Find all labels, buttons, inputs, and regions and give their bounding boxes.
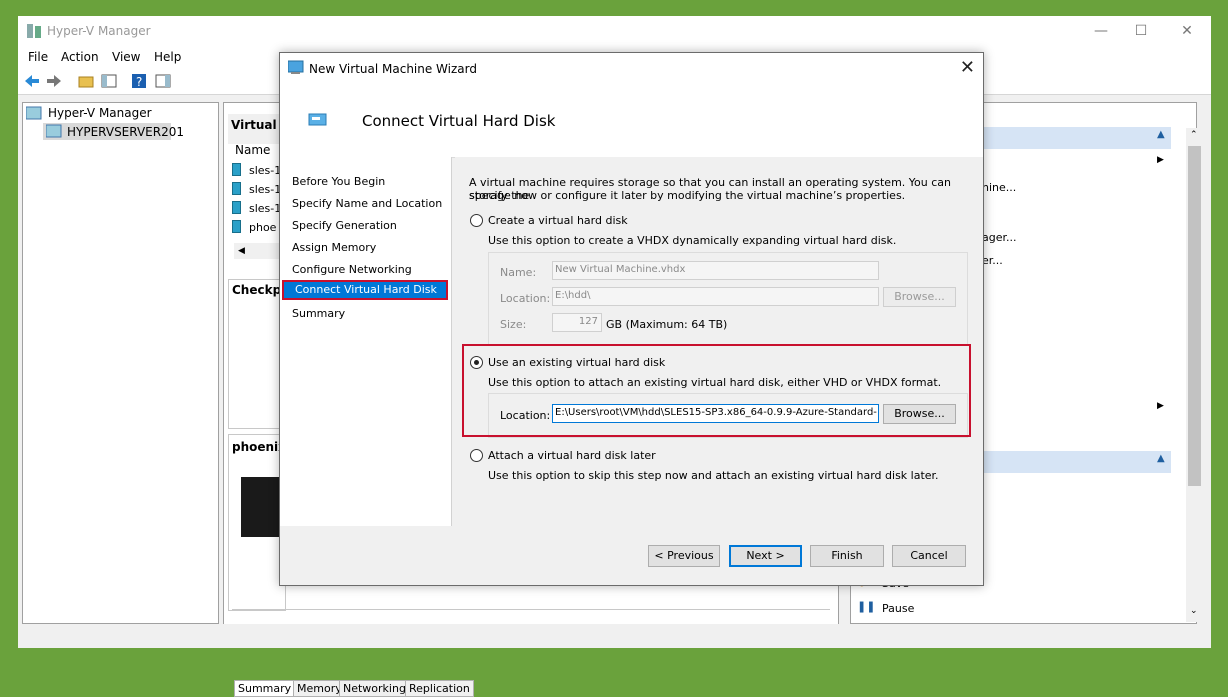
folder-up-icon[interactable] <box>77 72 95 90</box>
svg-text:?: ? <box>136 75 142 89</box>
wizard-app-icon <box>288 60 304 74</box>
wizard-header: Connect Virtual Hard Disk <box>280 84 983 158</box>
submenu-arrow-icon[interactable]: ▶ <box>1157 155 1164 165</box>
scroll-thumb[interactable] <box>1188 146 1201 486</box>
intro-line-2: storage now or configure it later by mod… <box>469 189 906 202</box>
forward-arrow-icon[interactable] <box>45 72 63 90</box>
tree-server-item[interactable]: HYPERVSERVER201 <box>43 123 184 140</box>
vm-icon <box>232 163 241 176</box>
create-vhd-group: Name: New Virtual Machine.vhdx Location:… <box>488 252 968 345</box>
step-summary[interactable]: Summary <box>292 307 345 320</box>
pause-icon: ❚❚ <box>857 600 876 613</box>
vm-row[interactable]: sles-1 <box>232 201 281 215</box>
finish-button[interactable]: Finish <box>810 545 884 567</box>
scroll-down-icon[interactable]: ⌄ <box>1190 606 1198 616</box>
wizard-heading: Connect Virtual Hard Disk <box>362 112 556 130</box>
action-other[interactable]: er... <box>982 254 1003 267</box>
create-vhd-desc: Use this option to create a VHDX dynamic… <box>488 234 897 247</box>
step-connect-vhd[interactable]: Connect Virtual Hard Disk <box>282 280 448 300</box>
attach-later-label[interactable]: Attach a virtual hard disk later <box>488 449 656 462</box>
virtual-disk-icon <box>308 113 327 126</box>
previous-button[interactable]: < Previous <box>648 545 720 567</box>
new-vm-wizard-dialog: New Virtual Machine Wizard ✕ Connect Vir… <box>279 52 984 586</box>
close-icon[interactable]: ✕ <box>1164 16 1210 46</box>
create-vhd-label[interactable]: Create a virtual hard disk <box>488 214 628 227</box>
name-column-header[interactable]: Name <box>235 143 270 157</box>
details-header: phoenix <box>232 440 286 454</box>
tree-root-label[interactable]: Hyper-V Manager <box>48 106 152 120</box>
checkpoints-panel: Checkpo <box>228 279 289 429</box>
step-specify-generation[interactable]: Specify Generation <box>292 219 397 232</box>
actions-scrollbar[interactable]: ⌃ ⌄ <box>1186 128 1203 622</box>
vm-icon <box>232 220 241 233</box>
collapse-icon[interactable]: ▲ <box>1157 129 1165 140</box>
status-bar <box>18 624 1211 648</box>
server-icon <box>46 124 62 138</box>
tree-server-label: HYPERVSERVER201 <box>67 125 184 139</box>
name-label: Name: <box>500 266 537 279</box>
back-arrow-icon[interactable] <box>23 72 41 90</box>
tab-memory[interactable]: Memory <box>293 680 346 697</box>
attach-later-radio[interactable] <box>470 449 483 462</box>
action-pane-icon[interactable] <box>154 72 172 90</box>
menu-help[interactable]: Help <box>154 50 181 64</box>
menu-view[interactable]: View <box>112 50 140 64</box>
scroll-up-icon[interactable]: ⌃ <box>1190 130 1198 140</box>
wizard-titlebar: New Virtual Machine Wizard ✕ <box>280 53 983 84</box>
navigation-tree: Hyper-V Manager HYPERVSERVER201 <box>22 102 219 624</box>
create-browse-button[interactable]: Browse... <box>883 287 956 307</box>
wizard-title: New Virtual Machine Wizard <box>309 62 477 76</box>
location-label: Location: <box>500 292 551 305</box>
menu-action[interactable]: Action <box>61 50 99 64</box>
vm-icon <box>232 182 241 195</box>
wizard-footer: < Previous Next > Finish Cancel <box>280 526 983 585</box>
close-icon[interactable]: ✕ <box>960 57 975 78</box>
vm-row[interactable]: sles-1 <box>232 182 281 196</box>
create-location-field[interactable]: E:\hdd\ <box>552 287 879 306</box>
wizard-steps: Before You Begin Specify Name and Locati… <box>280 157 452 526</box>
show-hide-tree-icon[interactable] <box>100 72 118 90</box>
step-specify-name-location[interactable]: Specify Name and Location <box>292 197 442 210</box>
hyperv-app-icon <box>27 24 41 38</box>
vm-row[interactable]: phoe <box>232 220 276 234</box>
tab-replication[interactable]: Replication <box>405 680 474 697</box>
details-panel: phoenix <box>228 434 286 611</box>
action-pause[interactable]: Pause <box>882 602 914 615</box>
collapse-icon[interactable]: ▲ <box>1157 453 1165 464</box>
vm-icon <box>232 201 241 214</box>
size-suffix: GB (Maximum: 64 TB) <box>606 318 728 331</box>
tab-summary[interactable]: Summary <box>234 680 296 697</box>
create-vhd-radio[interactable] <box>470 214 483 227</box>
menu-file[interactable]: File <box>28 50 48 64</box>
action-manager[interactable]: ager... <box>982 231 1017 244</box>
vm-row[interactable]: sles-1 <box>232 163 281 177</box>
next-button[interactable]: Next > <box>729 545 802 567</box>
step-before-you-begin[interactable]: Before You Begin <box>292 175 385 188</box>
vm-thumbnail <box>241 477 281 537</box>
action-new-vm[interactable]: hine... <box>982 181 1016 194</box>
maximize-icon[interactable]: ☐ <box>1118 16 1164 46</box>
tab-networking[interactable]: Networking <box>339 680 410 697</box>
step-assign-memory[interactable]: Assign Memory <box>292 241 376 254</box>
hyperv-manager-icon <box>26 106 42 120</box>
attach-later-desc: Use this option to skip this step now an… <box>488 469 939 482</box>
main-titlebar: Hyper-V Manager — ☐ ✕ <box>18 16 1211 46</box>
existing-vhd-highlight <box>462 344 971 437</box>
size-label: Size: <box>500 318 527 331</box>
wizard-content: A virtual machine requires storage so th… <box>455 157 983 526</box>
name-field[interactable]: New Virtual Machine.vhdx <box>552 261 879 280</box>
step-configure-networking[interactable]: Configure Networking <box>292 263 412 276</box>
main-title: Hyper-V Manager <box>47 24 151 38</box>
size-field[interactable]: 127 <box>552 313 602 332</box>
cancel-button[interactable]: Cancel <box>892 545 966 567</box>
help-icon[interactable]: ? <box>130 72 148 90</box>
submenu-arrow-icon[interactable]: ▶ <box>1157 401 1164 411</box>
